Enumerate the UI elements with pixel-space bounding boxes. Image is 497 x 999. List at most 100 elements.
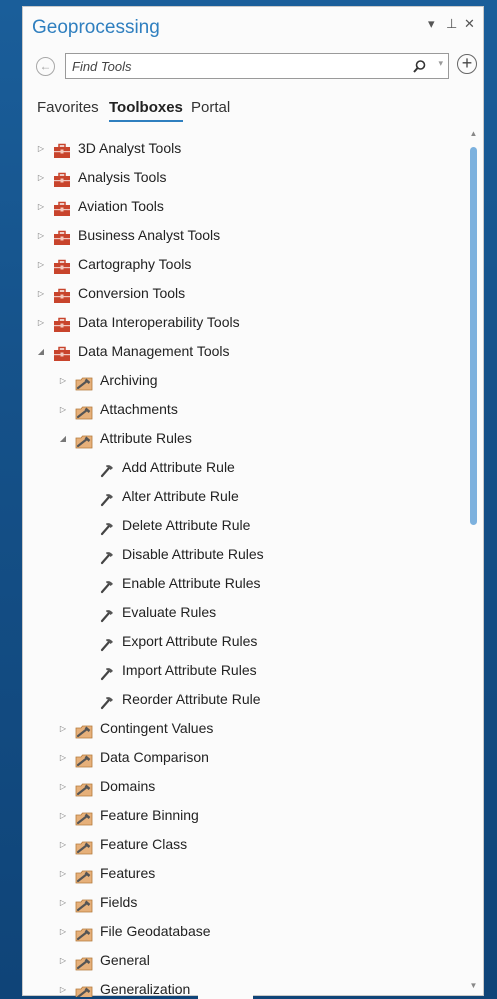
hammer-tool-icon <box>98 633 116 652</box>
search-options-chevron-down-icon[interactable]: ▾ <box>438 58 443 69</box>
tree-item-reorder-attribute-rule[interactable]: Reorder Attribute Rule <box>23 685 463 714</box>
tree-item-fields[interactable]: ▷ Fields <box>23 888 463 917</box>
tree-item-label: Archiving <box>100 372 158 388</box>
toolbox-icon <box>53 256 71 274</box>
toolset-icon <box>75 720 93 739</box>
expand-arrow-icon[interactable]: ▷ <box>58 714 68 743</box>
tree-item-disable-attribute-rules[interactable]: Disable Attribute Rules <box>23 540 463 569</box>
tree-item-contingent-values[interactable]: ▷ Contingent Values <box>23 714 463 743</box>
active-tab-indicator <box>109 120 183 122</box>
tree-item-general[interactable]: ▷ General <box>23 946 463 975</box>
toolbox-icon <box>53 140 71 158</box>
tree-item-attribute-rules[interactable]: ◢ Attribute Rules <box>23 424 463 453</box>
tree-item-label: Fields <box>100 894 138 910</box>
search-box: ▾ <box>65 53 449 79</box>
tree-item-data-interoperability-tools[interactable]: ▷ Data Interoperability Tools <box>23 308 463 337</box>
tree-item-evaluate-rules[interactable]: Evaluate Rules <box>23 598 463 627</box>
tab-toolboxes[interactable]: Toolboxes <box>109 99 183 116</box>
tab-portal[interactable]: Portal <box>191 99 230 116</box>
tree-item-label: Disable Attribute Rules <box>122 546 264 562</box>
tree-item-label: Data Management Tools <box>78 343 230 359</box>
pane-title: Geoprocessing <box>32 17 160 38</box>
collapse-arrow-icon[interactable]: ◢ <box>58 424 68 453</box>
toolset-icon <box>75 981 93 997</box>
tree-item-data-comparison[interactable]: ▷ Data Comparison <box>23 743 463 772</box>
expand-arrow-icon[interactable]: ▷ <box>58 801 68 830</box>
expand-arrow-icon[interactable]: ▷ <box>58 830 68 859</box>
expand-arrow-icon[interactable]: ▷ <box>58 946 68 975</box>
toolset-icon <box>75 923 93 942</box>
add-plus-icon[interactable]: + <box>457 54 477 74</box>
tree-item-export-attribute-rules[interactable]: Export Attribute Rules <box>23 627 463 656</box>
expand-arrow-icon[interactable]: ▷ <box>58 859 68 888</box>
expand-arrow-icon[interactable]: ▷ <box>58 366 68 395</box>
expand-arrow-icon[interactable]: ▷ <box>58 888 68 917</box>
tree-item-data-management-tools[interactable]: ◢ Data Management Tools <box>23 337 463 366</box>
tree-item-alter-attribute-rule[interactable]: Alter Attribute Rule <box>23 482 463 511</box>
expand-arrow-icon[interactable]: ▷ <box>58 975 68 997</box>
expand-arrow-icon[interactable]: ▷ <box>36 308 46 337</box>
collapse-arrow-icon[interactable]: ◢ <box>36 337 46 366</box>
pin-icon[interactable]: ⊥ <box>446 16 457 32</box>
expand-arrow-icon[interactable]: ▷ <box>58 917 68 946</box>
expand-arrow-icon[interactable]: ▷ <box>36 163 46 192</box>
tree-item-label: Contingent Values <box>100 720 214 736</box>
search-icon[interactable] <box>410 58 428 76</box>
tree-item-label: Enable Attribute Rules <box>122 575 261 591</box>
tree-item-feature-binning[interactable]: ▷ Feature Binning <box>23 801 463 830</box>
tree-item-conversion-tools[interactable]: ▷ Conversion Tools <box>23 279 463 308</box>
tree-item-attachments[interactable]: ▷ Attachments <box>23 395 463 424</box>
tree-item-business-analyst-tools[interactable]: ▷ Business Analyst Tools <box>23 221 463 250</box>
tree-item-label: 3D Analyst Tools <box>78 140 182 156</box>
tree-item-enable-attribute-rules[interactable]: Enable Attribute Rules <box>23 569 463 598</box>
tab-favorites[interactable]: Favorites <box>37 99 99 116</box>
hammer-tool-icon <box>98 459 116 478</box>
close-icon[interactable]: ✕ <box>464 16 475 32</box>
pane-menu-chevron-down-icon[interactable]: ▾ <box>428 16 435 32</box>
expand-arrow-icon[interactable]: ▷ <box>36 250 46 279</box>
tree-item-domains[interactable]: ▷ Domains <box>23 772 463 801</box>
tree-item-delete-attribute-rule[interactable]: Delete Attribute Rule <box>23 511 463 540</box>
expand-arrow-icon[interactable]: ▷ <box>58 743 68 772</box>
hammer-tool-icon <box>98 488 116 507</box>
tree-item-3d-analyst-tools[interactable]: ▷ 3D Analyst Tools <box>23 134 463 163</box>
tree-item-label: Data Interoperability Tools <box>78 314 240 330</box>
expand-arrow-icon[interactable]: ▷ <box>36 192 46 221</box>
tree-item-archiving[interactable]: ▷ Archiving <box>23 366 463 395</box>
search-input[interactable] <box>72 54 392 78</box>
back-arrow-icon[interactable]: ← <box>36 57 55 76</box>
expand-arrow-icon[interactable]: ▷ <box>36 279 46 308</box>
tree-item-feature-class[interactable]: ▷ Feature Class <box>23 830 463 859</box>
tree-item-label: File Geodatabase <box>100 923 211 939</box>
vertical-scrollbar[interactable]: ▲ ▼ <box>467 129 480 995</box>
scroll-up-arrow-icon[interactable]: ▲ <box>467 129 480 141</box>
tree-item-aviation-tools[interactable]: ▷ Aviation Tools <box>23 192 463 221</box>
toolbox-icon <box>53 227 71 245</box>
expand-arrow-icon[interactable]: ▷ <box>36 134 46 163</box>
tree-item-file-geodatabase[interactable]: ▷ File Geodatabase <box>23 917 463 946</box>
toolbox-icon <box>53 343 71 361</box>
tree-item-analysis-tools[interactable]: ▷ Analysis Tools <box>23 163 463 192</box>
scroll-down-arrow-icon[interactable]: ▼ <box>467 981 480 993</box>
scrollbar-thumb[interactable] <box>470 147 477 525</box>
tree-item-label: Analysis Tools <box>78 169 167 185</box>
tree-item-label: Aviation Tools <box>78 198 164 214</box>
toolset-icon <box>75 749 93 768</box>
expand-arrow-icon[interactable]: ▷ <box>36 221 46 250</box>
toolbox-icon <box>53 314 71 332</box>
toolset-icon <box>75 430 93 449</box>
tree-item-label: Feature Class <box>100 836 188 852</box>
expand-arrow-icon[interactable]: ▷ <box>58 395 68 424</box>
tree-item-import-attribute-rules[interactable]: Import Attribute Rules <box>23 656 463 685</box>
tree-item-label: Evaluate Rules <box>122 604 217 620</box>
toolset-icon <box>75 952 93 971</box>
tree-item-label: Features <box>100 865 156 881</box>
tree-item-features[interactable]: ▷ Features <box>23 859 463 888</box>
expand-arrow-icon[interactable]: ▷ <box>58 772 68 801</box>
tree-item-label: Domains <box>100 778 156 794</box>
toolset-icon <box>75 401 93 420</box>
tree-item-cartography-tools[interactable]: ▷ Cartography Tools <box>23 250 463 279</box>
tree-item-label: Reorder Attribute Rule <box>122 691 261 707</box>
tree-item-add-attribute-rule[interactable]: Add Attribute Rule <box>23 453 463 482</box>
toolbox-icon <box>53 169 71 187</box>
